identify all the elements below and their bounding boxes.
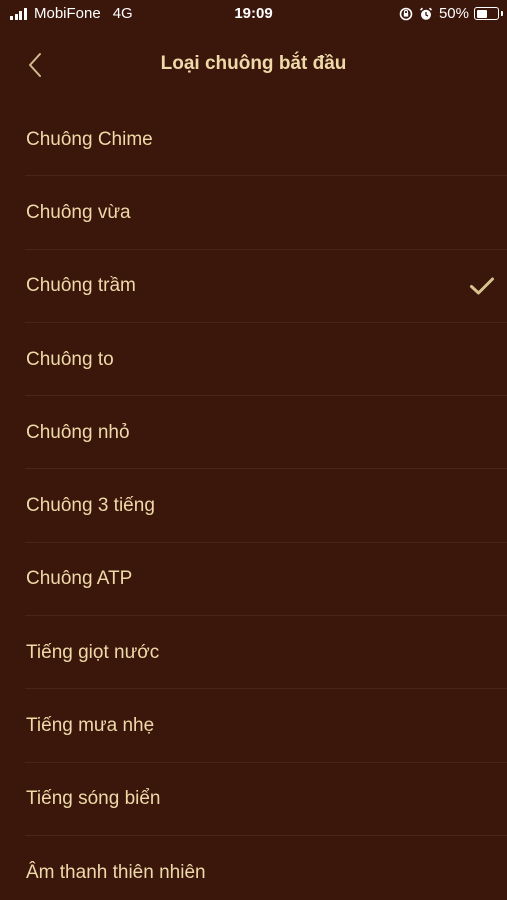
list-item-label: Chuông ATP: [26, 568, 133, 590]
list-item-label: Chuông vừa: [26, 201, 131, 223]
list-item[interactable]: Chuông to: [0, 323, 507, 397]
rotation-lock-icon: [399, 7, 413, 21]
list-item[interactable]: Âm thanh thiên nhiên: [0, 836, 507, 900]
list-item-label: Tiếng sóng biển: [26, 788, 161, 810]
page-title: Loại chuông bắt đầu: [160, 53, 347, 74]
list-item[interactable]: Chuông ATP: [0, 543, 507, 617]
list-item[interactable]: Tiếng sóng biển: [0, 763, 507, 836]
list-item-label: Tiếng mưa nhẹ: [26, 715, 155, 737]
battery-fill: [476, 9, 487, 18]
list-item[interactable]: Chuông 3 tiếng: [0, 469, 507, 543]
list-item-label: Chuông Chime: [26, 128, 153, 150]
list-item-label: Chuông to: [26, 348, 114, 370]
nav-bar: Loại chuông bắt đầu: [0, 28, 507, 102]
list-item-label: Chuông trầm: [26, 275, 136, 297]
list-item-label: Chuông 3 tiếng: [26, 495, 155, 517]
alarm-icon: [419, 7, 433, 21]
checkmark-icon: [469, 276, 495, 296]
list-item[interactable]: Chuông Chime: [0, 103, 507, 177]
list-item[interactable]: Chuông trầm: [0, 250, 507, 323]
list-item[interactable]: Tiếng mưa nhẹ: [0, 689, 507, 763]
list-item-label: Âm thanh thiên nhiên: [26, 861, 206, 883]
ringtone-list: Chuông Chime Chuông vừa Chuông trầm Chuông …: [0, 103, 507, 900]
status-right: 50%: [399, 5, 503, 22]
battery-icon: [474, 7, 503, 20]
list-item[interactable]: Tiếng giọt nước: [0, 616, 507, 690]
list-item-label: Chuông nhỏ: [26, 421, 130, 443]
list-item-label: Tiếng giọt nước: [26, 641, 160, 663]
list-item[interactable]: Chuông nhỏ: [0, 396, 507, 470]
battery-percent: 50%: [438, 5, 469, 22]
list-item[interactable]: Chuông vừa: [0, 176, 507, 250]
status-bar: MobiFone 4G 19:09 50%: [0, 0, 507, 28]
screen: MobiFone 4G 19:09 50% Loại chuông bắt đầ…: [0, 0, 507, 900]
